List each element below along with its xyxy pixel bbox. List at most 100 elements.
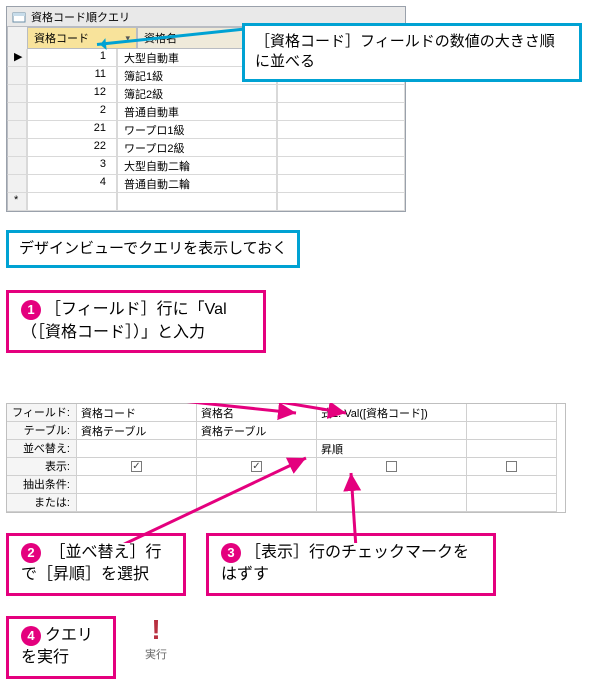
design-cell[interactable] [197,440,317,458]
cell-code[interactable]: 4 [27,175,117,193]
cell-name[interactable] [117,193,277,211]
row-selector[interactable] [7,139,27,157]
design-label: 表示: [7,458,77,476]
new-row-marker: * [7,193,27,211]
step2-text: ［並べ替え］行で［昇順］を選択 [21,544,161,583]
cell-code[interactable]: 2 [27,103,117,121]
design-label: テーブル: [7,422,77,440]
design-row-sort: 並べ替え: 昇順 [7,440,565,458]
callout-design-view: デザインビューでクエリを表示しておく [6,230,300,268]
cell-name[interactable]: ワープロ2級 [117,139,277,157]
cell-code[interactable]: 22 [27,139,117,157]
row-selector[interactable] [7,121,27,139]
step4-box: 4クエリを実行 [6,616,116,679]
design-cell[interactable]: 資格テーブル [77,422,197,440]
design-cell[interactable]: 資格コード [77,404,197,422]
row-selector[interactable] [7,85,27,103]
design-cell[interactable] [467,494,557,512]
step-number-icon: 2 [21,543,41,563]
table-row[interactable]: 3大型自動二輪 [7,157,405,175]
design-cell[interactable] [467,458,557,476]
cell-code[interactable]: 3 [27,157,117,175]
row-selector[interactable] [7,175,27,193]
cell-code[interactable]: 21 [27,121,117,139]
cell-name[interactable]: 普通自動車 [117,103,277,121]
exclamation-icon: ! [136,616,176,644]
table-row[interactable]: 4普通自動二輪 [7,175,405,193]
column-header-code[interactable]: 資格コード ▾ [27,27,137,49]
design-cell[interactable]: 資格テーブル [197,422,317,440]
step-number-icon: 4 [21,626,41,646]
design-cell[interactable]: ✓ [197,458,317,476]
cell-rest [277,85,405,103]
design-cell[interactable] [317,476,467,494]
row-selector[interactable] [7,67,27,85]
design-cell[interactable] [467,440,557,458]
design-cell[interactable] [467,422,557,440]
design-cell[interactable] [197,494,317,512]
table-row[interactable]: 12簿記2級 [7,85,405,103]
design-cell[interactable] [77,476,197,494]
design-cell[interactable] [317,422,467,440]
design-cell[interactable] [77,440,197,458]
row-selector-header [7,27,27,49]
step1-box: 1［フィールド］行に「Val（［資格コード］）」と入力 [6,290,266,353]
chevron-down-icon[interactable]: ▾ [125,33,130,44]
design-cell[interactable] [317,494,467,512]
step3-box: 3［表示］行のチェックマークをはずす [206,533,496,596]
design-cell[interactable]: ✓ [77,458,197,476]
design-label: 並べ替え: [7,440,77,458]
step-number-icon: 1 [21,300,41,320]
cell-code[interactable]: 1 [27,49,117,67]
cell-code[interactable] [27,193,117,211]
column-header-label: 資格コード [34,30,89,46]
query-design-grid: フィールド: 資格コード 資格名 式1: Val([資格コード]) テーブル: … [6,403,566,513]
cell-name[interactable]: 普通自動二輪 [117,175,277,193]
design-row-show: 表示: ✓ ✓ [7,458,565,476]
design-row-table: テーブル: 資格テーブル 資格テーブル [7,422,565,440]
cell-name[interactable]: 大型自動二輪 [117,157,277,175]
table-row[interactable]: 21ワープロ1級 [7,121,405,139]
run-button-label: 実行 [136,646,176,662]
checkbox-icon[interactable] [506,461,517,472]
callout-sort-explain: ［資格コード］フィールドの数値の大きさ順に並べる [242,23,582,82]
step2-box: 2 ［並べ替え］行で［昇順］を選択 [6,533,186,596]
cell-name[interactable]: 簿記2級 [117,85,277,103]
cell-code[interactable]: 11 [27,67,117,85]
cell-rest [277,121,405,139]
row-selector[interactable]: ▶ [7,49,27,67]
design-cell[interactable] [467,476,557,494]
tab-title[interactable]: 資格コード順クエリ [31,9,130,25]
checkbox-icon[interactable]: ✓ [131,461,142,472]
checkbox-icon[interactable] [386,461,397,472]
table-row[interactable]: 22ワープロ2級 [7,139,405,157]
design-row-field: フィールド: 資格コード 資格名 式1: Val([資格コード]) [7,404,565,422]
design-row-criteria: 抽出条件: [7,476,565,494]
design-cell[interactable] [467,404,557,422]
cell-rest [277,175,405,193]
design-grid-wrap: フィールド: 資格コード 資格名 式1: Val([資格コード]) テーブル: … [6,403,594,513]
design-cell[interactable] [197,476,317,494]
row-selector[interactable] [7,103,27,121]
run-button[interactable]: ! 実行 [136,616,176,662]
checkbox-icon[interactable]: ✓ [251,461,262,472]
design-cell[interactable]: 資格名 [197,404,317,422]
design-row-or: または: [7,494,565,512]
design-cell-sort[interactable]: 昇順 [317,440,467,458]
table-row-new[interactable]: * [7,193,405,211]
cell-code[interactable]: 12 [27,85,117,103]
design-cell[interactable] [317,458,467,476]
design-cell[interactable] [77,494,197,512]
design-label: または: [7,494,77,512]
callout-text: ［資格コード］フィールドの数値の大きさ順に並べる [255,33,555,70]
row-selector[interactable] [7,157,27,175]
cell-name[interactable]: ワープロ1級 [117,121,277,139]
datasheet-window: 資格コード順クエリ 資格コード ▾ 資格名 ▾ ▶1大型自動車11簿記1級12簿… [6,6,406,212]
design-label: 抽出条件: [7,476,77,494]
query-icon [11,9,27,25]
design-cell[interactable]: 式1: Val([資格コード]) [317,404,467,422]
callout-text: デザインビューでクエリを表示しておく [19,240,287,257]
table-row[interactable]: 2普通自動車 [7,103,405,121]
cell-rest [277,193,405,211]
step-number-icon: 3 [221,543,241,563]
